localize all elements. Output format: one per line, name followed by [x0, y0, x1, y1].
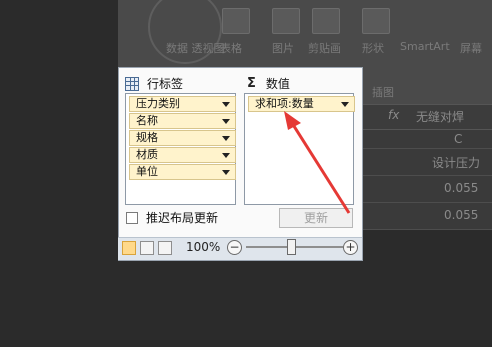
annotation-arrow-head [284, 111, 301, 130]
annotation-arrow [284, 111, 351, 214]
screenshot-frame: 数据 透视图 表格 图片 剪贴画 形状 SmartArt 屏幕 插图 fx 无缝… [0, 0, 492, 347]
annotation-arrow-line [290, 122, 351, 214]
